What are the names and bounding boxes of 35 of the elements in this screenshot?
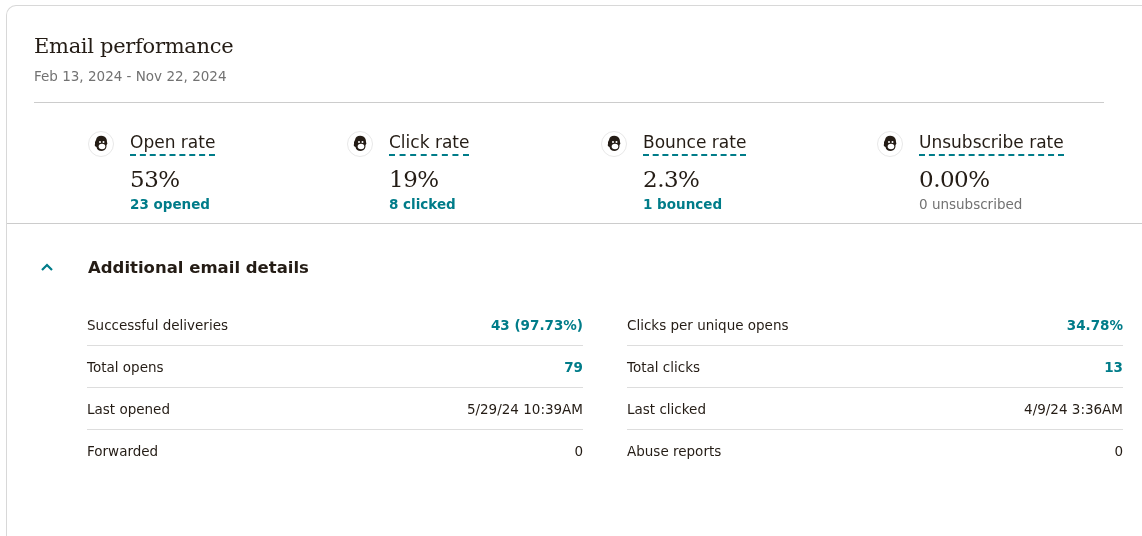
detail-value: 4/9/24 3:36AM (1024, 400, 1123, 417)
metric-value: 53% (130, 166, 181, 192)
metric-value: 0.00% (919, 166, 991, 192)
metric-detail: 0 unsubscribed (919, 196, 1024, 212)
metric-link[interactable]: 1 bounced (643, 196, 747, 212)
detail-label: Total opens (87, 358, 164, 375)
metric-link[interactable]: 8 clicked (389, 196, 470, 212)
monkey-logo-icon (877, 131, 903, 157)
detail-label: Forwarded (87, 442, 159, 459)
metric-link[interactable]: 23 opened (130, 196, 216, 212)
detail-label: Successful deliveries (87, 316, 228, 333)
detail-link[interactable]: 13 (1104, 358, 1123, 375)
detail-label: Clicks per unique opens (627, 316, 789, 333)
metric-label[interactable]: Click rate (389, 132, 470, 156)
monkey-logo-icon (601, 131, 627, 157)
monkey-logo-icon (88, 131, 114, 157)
detail-value: 0 (574, 442, 583, 459)
date-range: Feb 13, 2024 - Nov 22, 2024 (34, 68, 228, 84)
monkey-logo-icon (347, 131, 373, 157)
detail-label: Last opened (87, 400, 170, 417)
metric-label[interactable]: Open rate (130, 132, 216, 156)
detail-link[interactable]: 43 (97.73%) (490, 316, 583, 333)
detail-label: Abuse reports (627, 442, 722, 459)
detail-link[interactable]: 79 (564, 358, 583, 375)
detail-link[interactable]: 34.78% (1066, 316, 1123, 333)
section-title: Additional email details (88, 257, 309, 277)
card-title: Email performance (34, 34, 235, 58)
metric-value: 19% (389, 166, 440, 192)
detail-value: 0 (1114, 442, 1123, 459)
detail-label: Last clicked (627, 400, 706, 417)
metric-label[interactable]: Bounce rate (643, 132, 747, 156)
metric-label[interactable]: Unsubscribe rate (919, 132, 1064, 156)
detail-value: 5/29/24 10:39AM (466, 400, 583, 417)
metric-value: 2.3% (643, 166, 701, 192)
detail-label: Total clicks (627, 358, 701, 375)
